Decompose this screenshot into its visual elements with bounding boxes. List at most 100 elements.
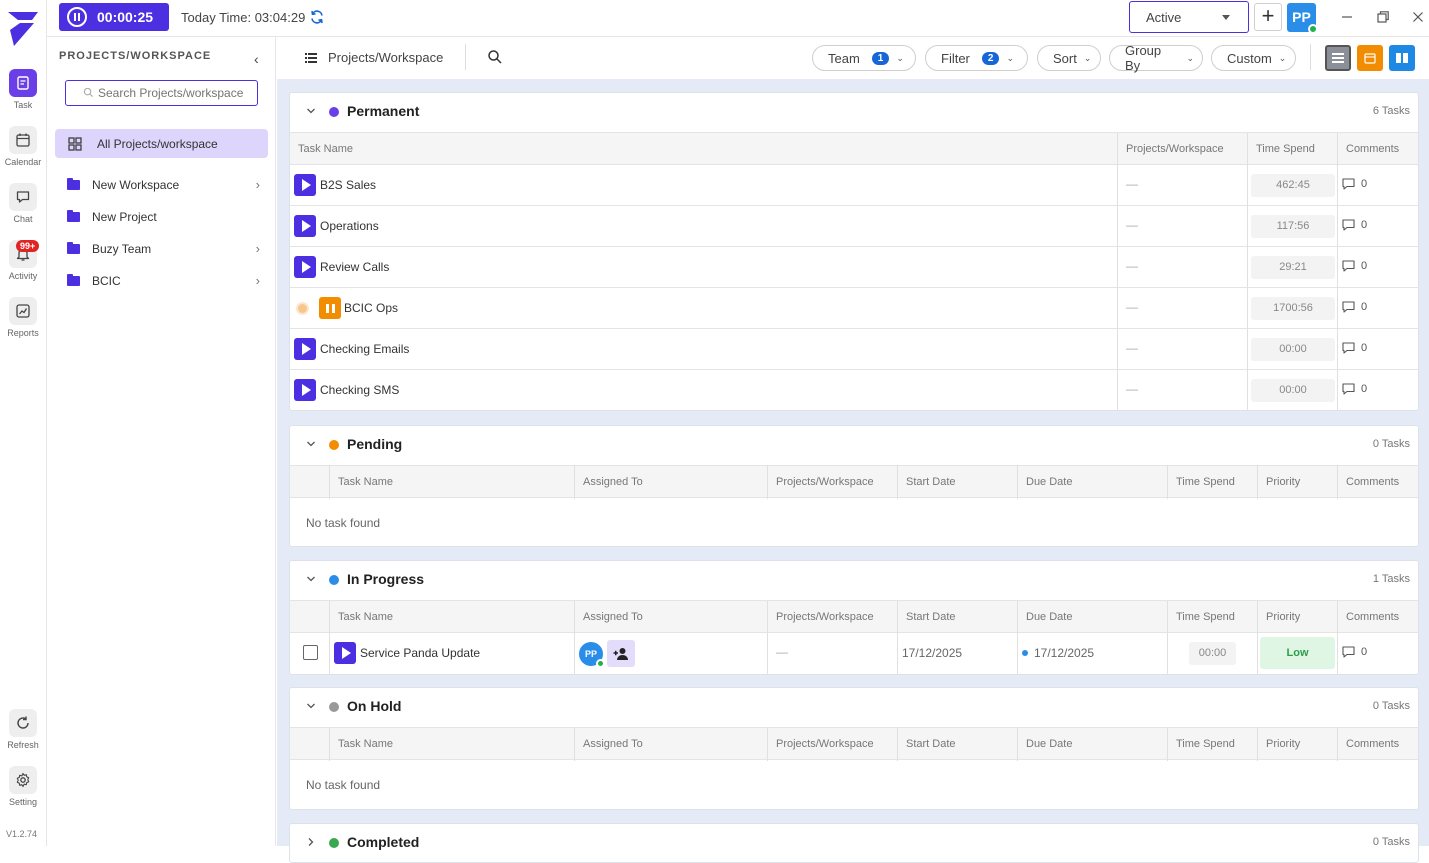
table-row[interactable]: Review Calls — 29:21 0 bbox=[290, 247, 1418, 288]
status-dot bbox=[329, 838, 339, 848]
rail-refresh[interactable]: Refresh bbox=[0, 709, 46, 750]
status-select[interactable]: Active bbox=[1129, 1, 1249, 33]
status-dot bbox=[329, 107, 339, 117]
play-button[interactable] bbox=[294, 338, 316, 360]
play-button[interactable] bbox=[294, 174, 316, 196]
rail-chat[interactable]: Chat bbox=[0, 183, 46, 224]
group-pending: Pending 0 Tasks Task Name Assigned To Proj… bbox=[289, 425, 1419, 547]
page-title: Projects/Workspace bbox=[328, 50, 444, 65]
comments-button[interactable]: 0 bbox=[1342, 342, 1367, 354]
chevron-down-icon[interactable] bbox=[306, 439, 316, 449]
task-project: — bbox=[1126, 300, 1138, 314]
task-name[interactable]: Checking Emails bbox=[320, 342, 409, 356]
all-projects-label: All Projects/workspace bbox=[97, 136, 218, 151]
col-comments: Comments bbox=[1346, 476, 1400, 488]
rail-reports-label: Reports bbox=[7, 328, 39, 338]
pause-icon[interactable] bbox=[67, 7, 87, 27]
table-row[interactable]: BCIC Ops — 1700:56 0 bbox=[290, 288, 1418, 329]
board-view-button[interactable] bbox=[1389, 45, 1415, 71]
task-name[interactable]: B2S Sales bbox=[320, 178, 376, 192]
group-by-button[interactable]: Group By ⌄ bbox=[1109, 43, 1203, 73]
rail-reports[interactable]: Reports bbox=[0, 297, 46, 338]
search-icon[interactable] bbox=[487, 49, 503, 65]
folder-new-workspace[interactable]: New Workspace › bbox=[67, 175, 262, 195]
group-title: Completed bbox=[347, 834, 420, 850]
chevron-down-icon: ⌄ bbox=[1083, 52, 1092, 63]
play-button[interactable] bbox=[334, 642, 356, 664]
custom-button[interactable]: Custom ⌄ bbox=[1211, 45, 1296, 71]
task-name[interactable]: BCIC Ops bbox=[344, 301, 398, 315]
folder-icon bbox=[67, 210, 80, 222]
play-button[interactable] bbox=[294, 379, 316, 401]
chevron-right-icon[interactable]: › bbox=[256, 273, 260, 288]
chevron-right-icon[interactable]: › bbox=[256, 241, 260, 256]
col-due-date: Due Date bbox=[1026, 611, 1073, 623]
table-header: Task Name Assigned To Projects/Workspace St… bbox=[290, 727, 1418, 761]
table-row[interactable]: Service Panda Update PP — 17/12/2025 17/… bbox=[290, 633, 1418, 674]
comments-button[interactable]: 0 bbox=[1342, 219, 1367, 231]
comments-button[interactable]: 0 bbox=[1342, 178, 1367, 190]
comments-button[interactable]: 0 bbox=[1342, 260, 1367, 272]
group-title: On Hold bbox=[347, 698, 402, 714]
comment-icon bbox=[1342, 301, 1355, 313]
task-name[interactable]: Service Panda Update bbox=[360, 646, 480, 660]
play-button[interactable] bbox=[294, 215, 316, 237]
pause-button[interactable] bbox=[319, 297, 341, 319]
play-button[interactable] bbox=[294, 256, 316, 278]
gear-icon bbox=[16, 772, 30, 788]
start-date[interactable]: 17/12/2025 bbox=[902, 646, 962, 660]
group-completed: Completed 0 Tasks bbox=[289, 823, 1419, 863]
all-projects-item[interactable]: All Projects/workspace bbox=[55, 129, 268, 158]
folder-bcic[interactable]: BCIC › bbox=[67, 271, 262, 291]
table-row[interactable]: Checking Emails — 00:00 0 bbox=[290, 329, 1418, 370]
group-by-label: Group By bbox=[1125, 43, 1162, 73]
col-project: Projects/Workspace bbox=[1126, 143, 1224, 155]
sync-icon[interactable] bbox=[309, 9, 325, 25]
team-filter-button[interactable]: Team 1 ⌄ bbox=[812, 45, 916, 71]
list-view-button[interactable] bbox=[1325, 45, 1351, 71]
assignee-avatar[interactable]: PP bbox=[579, 642, 605, 668]
comment-icon bbox=[1342, 646, 1355, 658]
col-due-date: Due Date bbox=[1026, 738, 1073, 750]
user-avatar[interactable]: PP bbox=[1287, 3, 1318, 34]
rail-calendar[interactable]: Calendar bbox=[0, 126, 46, 167]
group-count: 6 Tasks bbox=[1372, 105, 1410, 117]
table-row[interactable]: B2S Sales — 462:45 0 bbox=[290, 165, 1418, 206]
refresh-icon bbox=[17, 716, 29, 729]
timer-pill[interactable]: 00:00:25 bbox=[59, 3, 169, 31]
add-assignee-button[interactable] bbox=[607, 640, 635, 667]
close-icon[interactable] bbox=[1410, 9, 1426, 25]
col-task-name: Task Name bbox=[298, 143, 354, 155]
status-dot bbox=[329, 440, 339, 450]
comments-button[interactable]: 0 bbox=[1342, 301, 1367, 313]
rail-setting[interactable]: Setting bbox=[0, 766, 46, 807]
group-count: 1 Tasks bbox=[1372, 573, 1410, 585]
task-name[interactable]: Checking SMS bbox=[320, 383, 399, 397]
chevron-down-icon[interactable] bbox=[306, 574, 316, 584]
add-button[interactable]: + bbox=[1254, 3, 1282, 31]
table-row[interactable]: Checking SMS — 00:00 0 bbox=[290, 370, 1418, 411]
restore-icon[interactable] bbox=[1375, 9, 1391, 25]
task-checkbox[interactable] bbox=[303, 645, 318, 660]
rail-task[interactable]: Task bbox=[0, 69, 46, 110]
calendar-view-button[interactable] bbox=[1357, 45, 1383, 71]
task-name[interactable]: Review Calls bbox=[320, 260, 389, 274]
chevron-down-icon[interactable] bbox=[306, 106, 316, 116]
task-project: — bbox=[1126, 177, 1138, 191]
sort-button[interactable]: Sort ⌄ bbox=[1037, 45, 1101, 71]
chevron-right-icon[interactable]: › bbox=[256, 177, 260, 192]
filter-button[interactable]: Filter 2 ⌄ bbox=[925, 45, 1028, 71]
table-row[interactable]: Operations — 117:56 0 bbox=[290, 206, 1418, 247]
folder-buzy-team[interactable]: Buzy Team › bbox=[67, 239, 262, 259]
comments-button[interactable]: 0 bbox=[1342, 646, 1367, 658]
minimize-icon[interactable] bbox=[1339, 9, 1355, 25]
comments-button[interactable]: 0 bbox=[1342, 383, 1367, 395]
folder-new-project[interactable]: New Project bbox=[67, 207, 262, 227]
task-name[interactable]: Operations bbox=[320, 219, 379, 233]
chevron-down-icon[interactable] bbox=[306, 701, 316, 711]
col-assigned-to: Assigned To bbox=[583, 476, 643, 488]
due-date[interactable]: 17/12/2025 bbox=[1034, 646, 1094, 660]
priority-badge[interactable]: Low bbox=[1260, 637, 1335, 669]
collapse-sidebar-icon[interactable]: ‹ bbox=[254, 51, 259, 67]
rail-activity[interactable]: 99+ Activity bbox=[0, 240, 46, 281]
